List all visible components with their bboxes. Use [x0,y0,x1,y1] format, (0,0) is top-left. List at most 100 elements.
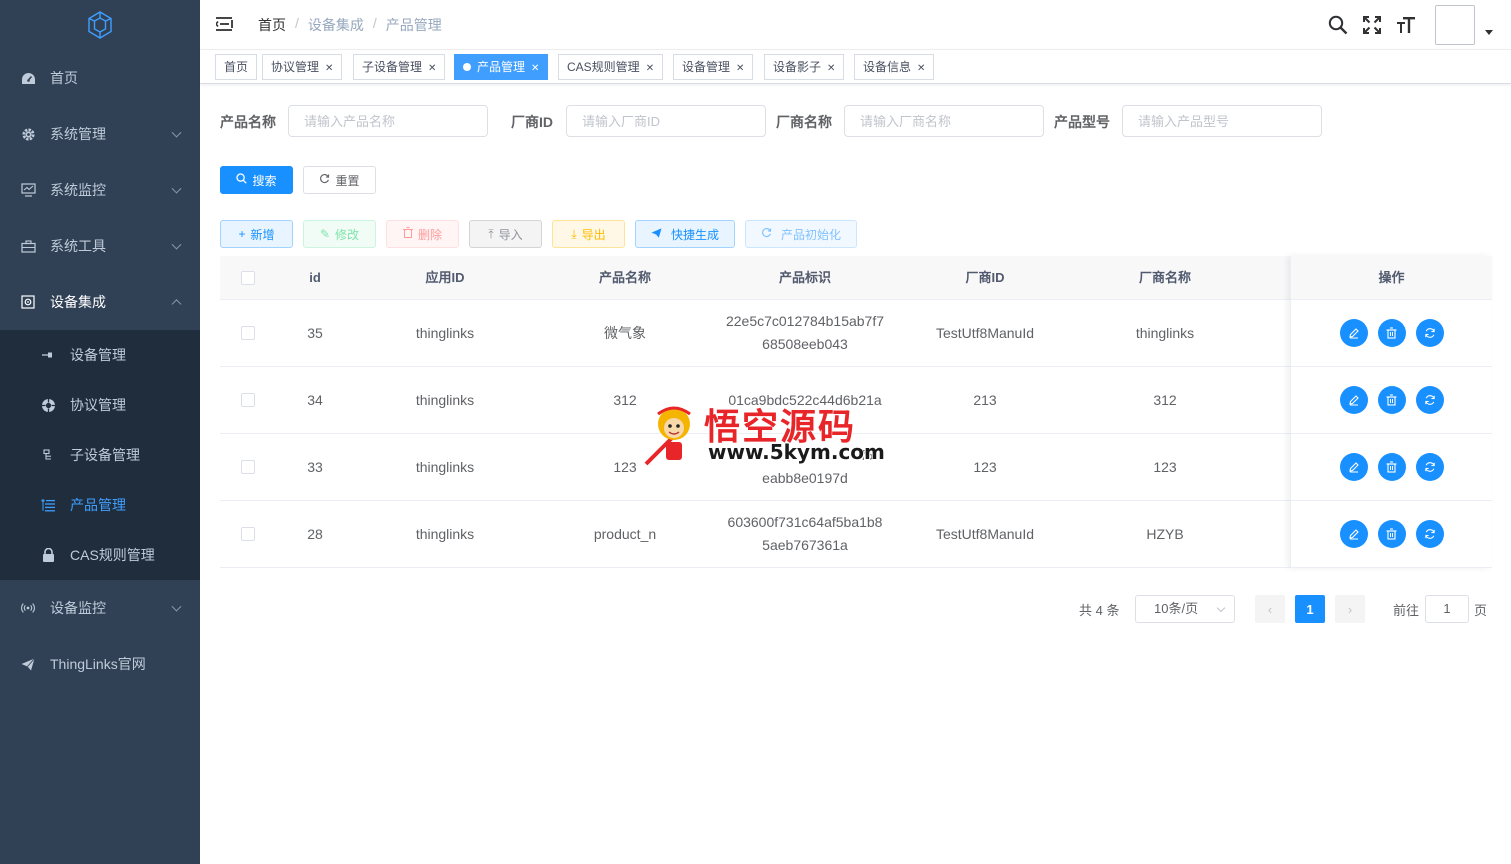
cell-manufacturer-name: 312 [1153,391,1177,408]
row-delete-button[interactable] [1377,319,1406,347]
table-row[interactable]: 33 thinglinks 123 123 123 f5f eabb8e0197d [220,434,1492,501]
row-edit-button[interactable] [1339,520,1368,548]
sidebar-item-product-management[interactable]: 产品管理 [0,480,200,530]
next-page-button[interactable]: › [1335,595,1365,623]
tag-device-info[interactable]: 设备信息 ✕ [854,54,935,80]
row-delete-button[interactable] [1377,386,1406,414]
page-size-select[interactable]: 10条/页 [1135,595,1235,623]
device-icon [20,294,36,310]
cell-actions [1291,501,1492,567]
sidebar-item-thinglinks-site[interactable]: ThingLinks官网 [0,636,200,692]
prev-page-button[interactable]: ‹ [1255,595,1285,623]
manufacturer-id-input[interactable] [566,105,766,137]
table-row[interactable]: 35 thinglinks 微气象 TestUtf8ManuId thinglinks 2… [220,300,1492,367]
refresh-icon [1424,395,1435,405]
cell-product-name: 微气象 [604,324,646,341]
product-ident-line: 5aeb767361a [762,537,848,553]
add-button[interactable]: + 新增 [220,220,293,248]
tag-device[interactable]: 设备管理 ✕ [673,54,754,80]
checkbox[interactable] [240,393,255,407]
dashboard-icon [20,70,36,86]
hamburger-icon[interactable] [214,16,234,32]
sidebar-item-device-management[interactable]: 设备管理 [0,330,200,380]
refresh-icon [1424,529,1435,539]
row-refresh-button[interactable] [1415,386,1444,414]
sidebar-item-home[interactable]: 首页 [0,50,200,106]
product-name-input[interactable] [288,105,488,137]
caret-down-icon[interactable] [1485,29,1493,35]
reset-button[interactable]: 重置 [303,166,376,194]
close-icon[interactable]: ✕ [428,63,436,74]
close-icon[interactable]: ✕ [531,63,539,74]
checkbox[interactable] [240,271,255,285]
cell-id: 33 [307,458,323,475]
tag-shadow[interactable]: 设备影子 ✕ [764,54,845,80]
tag-home[interactable]: 首页 [215,54,258,80]
column-header-id: id [309,270,321,285]
close-icon[interactable]: ✕ [325,63,333,74]
row-checkbox-cell[interactable] [220,501,275,567]
chevron-up-icon [171,299,182,310]
close-icon[interactable]: ✕ [736,63,744,74]
row-checkbox-cell[interactable] [220,434,275,500]
sidebar-item-cas-rules[interactable]: CAS规则管理 [0,530,200,580]
tag-label: 设备管理 [682,60,731,74]
submenu-device-integration: 设备管理 协议管理 子设备管理 产品管理 CAS规则管理 [0,330,200,580]
chevron-down-icon [171,601,182,612]
checkbox[interactable] [240,460,255,474]
select-all-checkbox[interactable] [220,256,275,300]
row-checkbox-cell[interactable] [220,300,275,366]
sidebar-item-monitor[interactable]: 系统监控 [0,162,200,218]
fullscreen-icon[interactable] [1355,8,1389,42]
cell-manufacturer-id: TestUtf8ManuId [935,525,1035,542]
page-number-button[interactable]: 1 [1295,595,1325,623]
column-header-product-name: 产品名称 [598,270,651,285]
breadcrumb-home[interactable]: 首页 [258,15,286,35]
sidebar-item-device-integration[interactable]: 设备集成 [0,274,200,330]
tag-sub-device[interactable]: 子设备管理 ✕ [353,54,446,80]
cell-product-ident: 01ca9bdc522c44d6b21a [715,367,895,433]
row-refresh-button[interactable] [1415,319,1444,347]
product-init-button[interactable]: 产品初始化 [745,220,857,248]
search-button[interactable]: 搜索 [220,166,293,194]
avatar[interactable] [1435,5,1475,45]
column-header-actions: 操作 [1378,270,1405,285]
close-icon[interactable]: ✕ [827,63,835,74]
row-refresh-button[interactable] [1415,453,1444,481]
import-button[interactable]: ⤒ 导入 [469,220,542,248]
row-refresh-button[interactable] [1415,520,1444,548]
table-row[interactable]: 28 thinglinks product_n TestUtf8ManuId HZYB 6… [220,501,1492,568]
search-icon[interactable] [1321,8,1355,42]
delete-button[interactable]: 删除 [386,220,459,248]
row-delete-button[interactable] [1377,453,1406,481]
product-model-input[interactable] [1122,105,1322,137]
tag-product[interactable]: 产品管理 ✕ [454,54,549,80]
quick-generate-button[interactable]: 快捷生成 [635,220,735,248]
row-checkbox-cell[interactable] [220,367,275,433]
sidebar-item-system[interactable]: 系统管理 [0,106,200,162]
table-row[interactable]: 34 thinglinks 312 213 312 01ca9bdc522c44d6b21… [220,367,1492,434]
cell-product-name: product_n [593,525,657,542]
chevron-down-icon [171,239,182,250]
row-delete-button[interactable] [1377,520,1406,548]
edit-button[interactable]: ✎ 修改 [303,220,376,248]
tag-cas[interactable]: CAS规则管理 ✕ [558,54,664,80]
sidebar-item-device-monitor[interactable]: 设备监控 [0,580,200,636]
app-logo[interactable] [0,0,200,50]
sidebar-item-protocol-management[interactable]: 协议管理 [0,380,200,430]
sidebar-item-tools[interactable]: 系统工具 [0,218,200,274]
goto-page-input[interactable]: 1 [1425,595,1469,623]
row-edit-button[interactable] [1339,319,1368,347]
font-size-icon[interactable] [1389,8,1423,42]
close-icon[interactable]: ✕ [646,63,654,74]
send-icon [651,227,662,241]
tag-protocol[interactable]: 协议管理 ✕ [262,54,343,80]
close-icon[interactable]: ✕ [917,63,925,74]
manufacturer-name-input[interactable] [844,105,1044,137]
row-edit-button[interactable] [1339,386,1368,414]
checkbox[interactable] [240,326,255,340]
sidebar-item-sub-device-management[interactable]: 子设备管理 [0,430,200,480]
checkbox[interactable] [240,527,255,541]
export-button[interactable]: ⤓ 导出 [552,220,625,248]
row-edit-button[interactable] [1339,453,1368,481]
